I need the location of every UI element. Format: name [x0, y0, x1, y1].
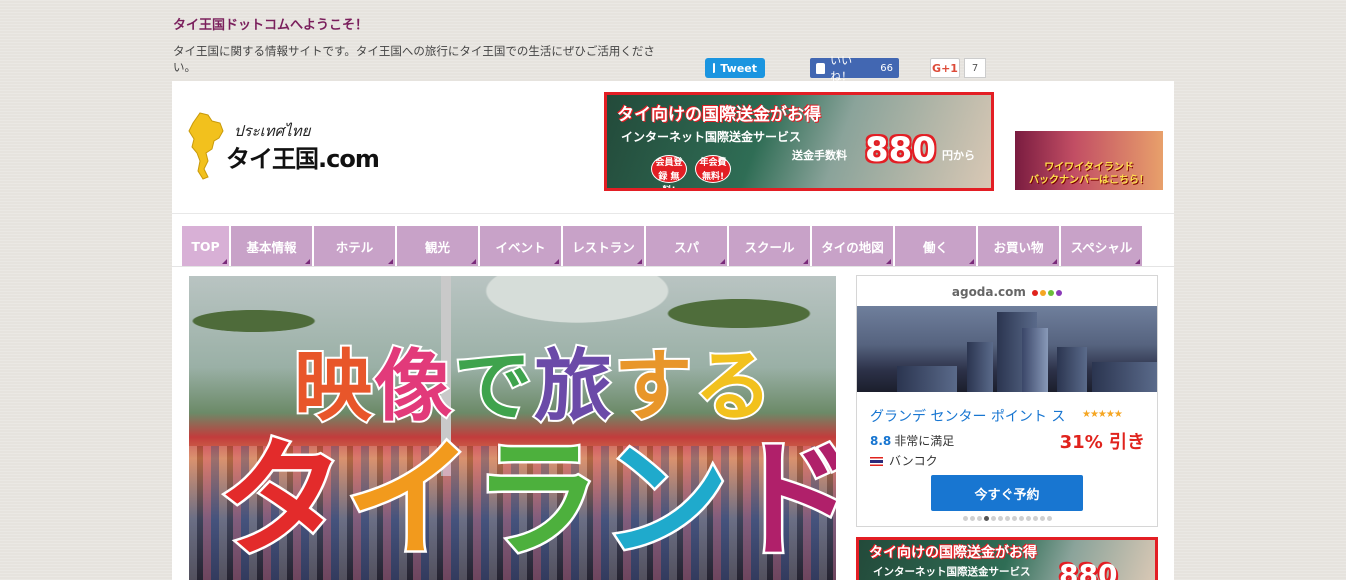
nav-item-restaurant[interactable]: レストラン	[563, 226, 644, 266]
carousel-dot[interactable]	[1032, 516, 1038, 521]
agoda-dot-icon	[1040, 290, 1047, 296]
photo-building	[897, 366, 957, 392]
side-ad-line2: バックナンバーはこちら！	[1029, 175, 1149, 186]
banner-price-suffix: 円から	[942, 149, 975, 162]
banner-price: 880	[865, 130, 936, 170]
google-plus-button[interactable]: G+1 7	[930, 58, 986, 78]
hero-title-line2: タイランド	[214, 396, 836, 580]
nav-item-sightseeing[interactable]: 観光	[397, 226, 478, 266]
carousel-dots	[857, 516, 1157, 521]
carousel-dot[interactable]	[990, 516, 996, 521]
tweet-label: Tweet	[720, 61, 757, 75]
photo-building	[967, 342, 993, 392]
agoda-brand-label: agoda.com	[951, 285, 1026, 299]
nav-item-shopping[interactable]: お買い物	[978, 226, 1059, 266]
hotel-name[interactable]: グランデ センター ポイント ス	[870, 406, 1065, 426]
carousel-dot[interactable]	[976, 516, 982, 521]
side-ad-text: ワイワイタイランド バックナンバーはこちら！	[1015, 161, 1163, 187]
nav-item-special[interactable]: スペシャル	[1061, 226, 1142, 266]
nav-item-hotel[interactable]: ホテル	[314, 226, 395, 266]
nav-item-spa[interactable]: スパ	[646, 226, 727, 266]
nav-divider	[172, 266, 1174, 267]
agoda-hotel-widget[interactable]: agoda.com グランデ センター ポイント ス ★★★★★ 8.8 非常に満…	[856, 275, 1158, 527]
main-container: ประเทศไทย タイ王国.com タイ向けの国際送金がお得 インターネット国…	[172, 81, 1174, 580]
banner-fee-label: 送金手数料	[792, 149, 847, 162]
facebook-like-button[interactable]: いいね！ 66	[810, 54, 899, 83]
side-ad-line1: ワイワイタイランド	[1044, 162, 1134, 173]
photo-building	[1022, 328, 1048, 392]
carousel-dot-active[interactable]	[983, 516, 989, 521]
gplus-label: G+1	[930, 58, 960, 78]
carousel-dot[interactable]	[1011, 516, 1017, 521]
book-now-button[interactable]: 今すぐ予約	[931, 475, 1083, 511]
hotel-location: バンコク	[870, 452, 938, 469]
review-score: 8.8 非常に満足	[870, 432, 954, 449]
photo-building	[1092, 362, 1157, 392]
banner-subline: インターネット国際送金サービス	[621, 130, 802, 144]
fb-like-label: いいね！	[830, 54, 853, 83]
nav-item-map[interactable]: タイの地図	[812, 226, 893, 266]
agoda-dot-icon	[1056, 290, 1063, 296]
carousel-dot[interactable]	[1025, 516, 1031, 521]
nav-item-top[interactable]: TOP	[182, 226, 229, 266]
nav-item-event[interactable]: イベント	[480, 226, 561, 266]
carousel-dot[interactable]	[1018, 516, 1024, 521]
nav-item-work[interactable]: 働く	[895, 226, 976, 266]
nav-item-school[interactable]: スクール	[729, 226, 810, 266]
welcome-title: タイ王国ドットコムへようこそ！	[173, 18, 369, 33]
banner-badge-annual-fee: 年会費 無料!	[695, 155, 731, 183]
banner2-headline: タイ向けの国際送金がお得	[869, 545, 1037, 561]
review-score-value: 8.8	[870, 434, 892, 448]
nav-item-basic-info[interactable]: 基本情報	[231, 226, 312, 266]
fb-like-count: 66	[880, 62, 893, 74]
main-nav: TOP 基本情報 ホテル 観光 イベント レストラン スパ スクール タイの地図…	[182, 226, 1144, 266]
hero-char: タ	[214, 424, 347, 578]
hero-char: ド	[727, 424, 836, 578]
photo-building	[1057, 347, 1087, 392]
review-score-label: 非常に満足	[894, 434, 955, 448]
hero-char: ン	[599, 424, 732, 578]
hero-char: ラ	[471, 424, 604, 578]
hero-char: イ	[343, 424, 476, 578]
agoda-dot-icon	[1048, 290, 1055, 296]
carousel-dot[interactable]	[1039, 516, 1045, 521]
carousel-dot[interactable]	[969, 516, 975, 521]
agoda-dot-icon	[1032, 290, 1039, 296]
gplus-count: 7	[964, 58, 986, 78]
hotel-photo[interactable]	[857, 306, 1157, 392]
agoda-brand: agoda.com	[857, 285, 1157, 299]
site-logo[interactable]: ประเทศไทย タイ王国.com	[186, 109, 386, 180]
remittance-banner[interactable]: タイ向けの国際送金がお得 インターネット国際送金サービス 会員登録 無料! 年会…	[604, 92, 994, 191]
carousel-dot[interactable]	[997, 516, 1003, 521]
header-divider	[172, 213, 1174, 214]
banner-headline: タイ向けの国際送金がお得	[617, 105, 821, 125]
thailand-map-icon	[188, 112, 224, 180]
tweet-button[interactable]: Tweet	[705, 58, 765, 78]
hotel-location-label: バンコク	[889, 454, 938, 468]
banner2-price: 880	[1059, 558, 1118, 580]
star-rating-icon: ★★★★★	[1082, 409, 1123, 420]
carousel-dot[interactable]	[962, 516, 968, 521]
remittance-banner-sidebar[interactable]: タイ向けの国際送金がお得 インターネット国際送金サービス 880	[856, 537, 1158, 580]
discount-badge: 31% 引き	[1059, 432, 1145, 453]
carousel-dot[interactable]	[1046, 516, 1052, 521]
waiwai-thailand-banner[interactable]: ワイワイタイランド バックナンバーはこちら！	[1015, 131, 1163, 190]
thumbs-up-icon	[816, 62, 826, 74]
banner-badge-registration: 会員登録 無料!	[651, 155, 687, 188]
banner2-subline: インターネット国際送金サービス	[873, 566, 1031, 578]
logo-name: タイ王国.com	[226, 145, 380, 173]
carousel-dot[interactable]	[1004, 516, 1010, 521]
twitter-bird-icon	[713, 63, 716, 73]
site-intro: タイ王国に関する情報サイトです。タイ王国への旅行にタイ王国での生活にぜひご活用く…	[173, 44, 655, 74]
thai-flag-icon	[870, 457, 883, 466]
hero-slideshow[interactable]: 映像で旅する タイランド	[189, 276, 836, 580]
